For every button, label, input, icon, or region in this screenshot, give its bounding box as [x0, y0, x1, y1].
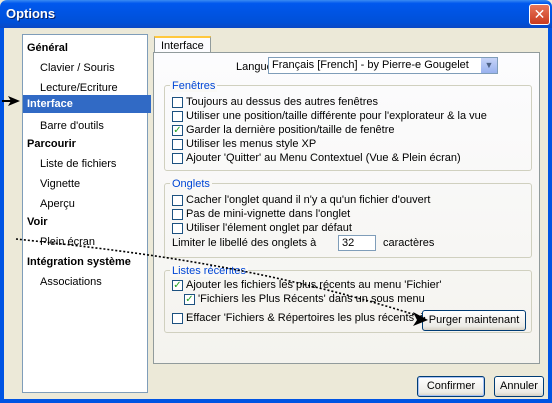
option-ajouter-quitter: Ajouter 'Quitter' au Menu Contextuel (Vu… [186, 152, 461, 164]
option-menus-xp: Utiliser les menus style XP [186, 138, 317, 150]
limit-tabs-input[interactable]: 32 [338, 235, 376, 251]
chevron-down-icon[interactable]: ▼ [481, 58, 497, 73]
sidebar-item-liste-fichiers[interactable]: Liste de fichiers [23, 155, 164, 173]
option-cacher-onglet: Cacher l'onglet quand il n'y a qu'un fic… [186, 194, 431, 206]
sidebar-item-integration-systeme[interactable]: Intégration système [23, 253, 151, 271]
category-list[interactable]: Général Clavier / Souris Lecture/Ecritur… [22, 34, 151, 393]
recentes-group-title: Listes récentes [170, 265, 248, 277]
sidebar-item-voir[interactable]: Voir [23, 213, 151, 231]
checkbox-position-differente[interactable] [172, 111, 183, 122]
checkbox-effacer-sortie[interactable] [172, 313, 183, 324]
option-sous-menu: 'Fichiers les Plus Récents' dans un sous… [198, 293, 425, 305]
sidebar-item-barre-outils[interactable]: Barre d'outils [23, 117, 164, 135]
option-element-onglet: Utiliser l'élement onglet par défaut [186, 222, 352, 234]
option-ajouter-recents: Ajouter les fichiers les plus récents au… [186, 279, 442, 291]
onglets-group-title: Onglets [170, 178, 212, 190]
checkbox-element-onglet[interactable] [172, 223, 183, 234]
window-frame-bottom [0, 399, 552, 403]
cancel-button[interactable]: Annuler [494, 376, 544, 397]
checkbox-ajouter-recents[interactable]: ✓ [172, 280, 183, 291]
purge-now-button[interactable]: Purger maintenant [422, 310, 526, 331]
checkbox-menus-xp[interactable] [172, 139, 183, 150]
limit-tabs-unit: caractères [383, 237, 435, 249]
sidebar-item-associations[interactable]: Associations [23, 273, 164, 291]
limit-tabs-label: Limiter le libellé des onglets à [172, 237, 317, 249]
sidebar-item-parcourir[interactable]: Parcourir [23, 135, 151, 153]
checkbox-ajouter-quitter[interactable] [172, 153, 183, 164]
close-icon[interactable]: ✕ [529, 4, 550, 25]
sidebar-item-general[interactable]: Général [23, 39, 151, 57]
sidebar-item-plein-ecran[interactable]: Plein écran [23, 233, 164, 251]
option-garder-position: Garder la dernière position/taille de fe… [186, 124, 395, 136]
checkbox-mini-vignette[interactable] [172, 209, 183, 220]
option-position-differente: Utiliser une position/taille différente … [186, 110, 487, 122]
options-window: Options ✕ Général Clavier / Souris Lectu… [0, 0, 552, 403]
arrow-left-pointer-icon [8, 96, 20, 106]
window-frame-right [548, 28, 552, 403]
sidebar-item-apercu[interactable]: Aperçu [23, 195, 164, 213]
title-bar[interactable]: Options ✕ [0, 0, 552, 28]
checkbox-cacher-onglet[interactable] [172, 195, 183, 206]
sidebar-item-vignette[interactable]: Vignette [23, 175, 164, 193]
checkbox-toujours-dessus[interactable] [172, 97, 183, 108]
sidebar-item-clavier-souris[interactable]: Clavier / Souris [23, 59, 164, 77]
window-title: Options [6, 6, 56, 21]
option-mini-vignette: Pas de mini-vignette dans l'onglet [186, 208, 351, 220]
fenetres-group-title: Fenêtres [170, 80, 218, 92]
window-frame-left [0, 28, 4, 403]
checkbox-sous-menu[interactable]: ✓ [184, 294, 195, 305]
checkbox-garder-position[interactable]: ✓ [172, 125, 183, 136]
language-select[interactable]: Français [French] - by Pierre-e Gougelet… [268, 57, 498, 74]
sidebar-item-interface[interactable]: Interface [23, 95, 151, 113]
confirm-button[interactable]: Confirmer [417, 376, 485, 397]
tab-interface[interactable]: Interface [154, 36, 211, 53]
option-toujours-dessus: Toujours au dessus des autres fenêtres [186, 96, 379, 108]
language-select-value: Français [French] - by Pierre-e Gougelet [272, 59, 469, 71]
